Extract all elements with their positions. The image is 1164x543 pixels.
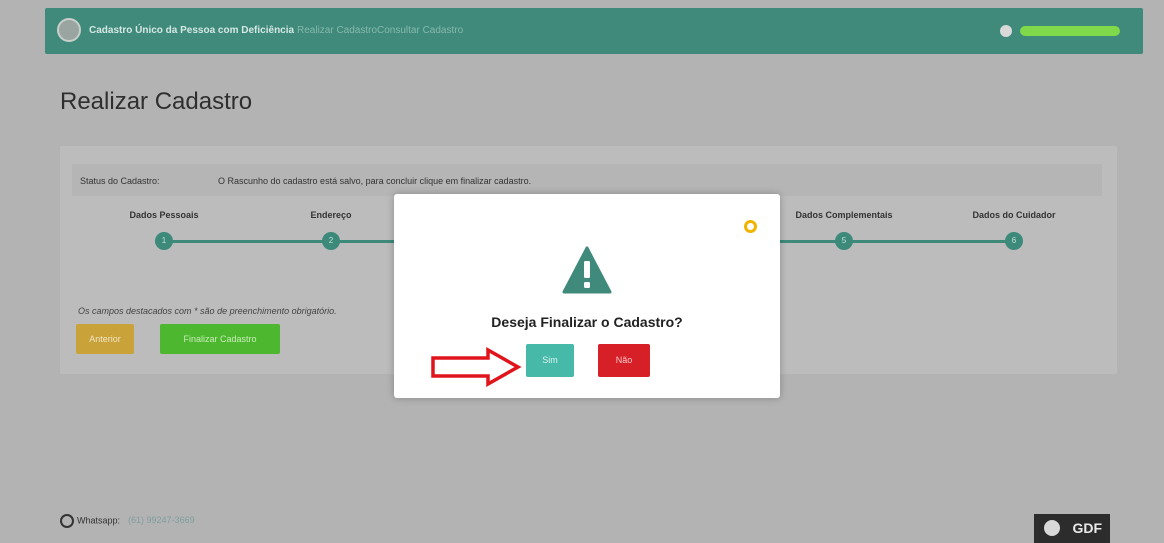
whatsapp-icon xyxy=(60,514,74,528)
step-label-dados-complementais: Dados Complementais xyxy=(795,210,893,220)
red-arrow-annotation xyxy=(431,347,522,387)
step-dot-5[interactable]: 5 xyxy=(835,232,853,250)
user-name-redacted[interactable] xyxy=(1020,26,1120,36)
finish-registration-button[interactable]: Finalizar Cadastro xyxy=(160,324,280,354)
whatsapp-label: Whatsapp: xyxy=(77,515,121,526)
page-title: Realizar Cadastro xyxy=(60,88,253,115)
whatsapp-phone[interactable]: (61) 99247-3669 xyxy=(128,515,195,525)
dialog-message: Deseja Finalizar o Cadastro? xyxy=(491,314,683,330)
required-fields-note: Os campos destacados com * são de preenc… xyxy=(78,306,337,316)
close-icon[interactable] xyxy=(744,220,757,233)
app-title[interactable]: Cadastro Único da Pessoa com Deficiência xyxy=(89,25,294,36)
step-dot-2[interactable]: 2 xyxy=(322,232,340,250)
previous-button[interactable]: Anterior xyxy=(76,324,134,354)
nav-consultar-cadastro[interactable]: Consultar Cadastro xyxy=(377,25,463,36)
yes-button[interactable]: Sim xyxy=(526,344,574,377)
warning-icon xyxy=(562,246,612,294)
user-avatar[interactable] xyxy=(1000,25,1012,37)
gdf-logo: GDF xyxy=(1034,514,1110,543)
status-label: Status do Cadastro: xyxy=(80,176,160,186)
step-dot-6[interactable]: 6 xyxy=(1005,232,1023,250)
step-label-endereco: Endereço xyxy=(310,210,352,220)
top-navbar: Cadastro Único da Pessoa com Deficiência… xyxy=(45,8,1143,54)
status-row: Status do Cadastro: O Rascunho do cadast… xyxy=(72,164,1102,196)
nav-realizar-cadastro[interactable]: Realizar Cadastro xyxy=(297,25,377,36)
gdf-logo-text: GDF xyxy=(1072,520,1102,536)
app-logo[interactable] xyxy=(57,18,81,42)
footer-whatsapp: Whatsapp: (61) 99247-3669 xyxy=(60,514,195,528)
step-dot-1[interactable]: 1 xyxy=(155,232,173,250)
step-label-dados-cuidador: Dados do Cuidador xyxy=(972,210,1056,220)
no-button[interactable]: Não xyxy=(598,344,650,377)
gdf-mark-icon xyxy=(1044,520,1060,536)
status-text: O Rascunho do cadastro está salvo, para … xyxy=(218,176,532,186)
step-label-dados-pessoais: Dados Pessoais xyxy=(129,210,199,220)
